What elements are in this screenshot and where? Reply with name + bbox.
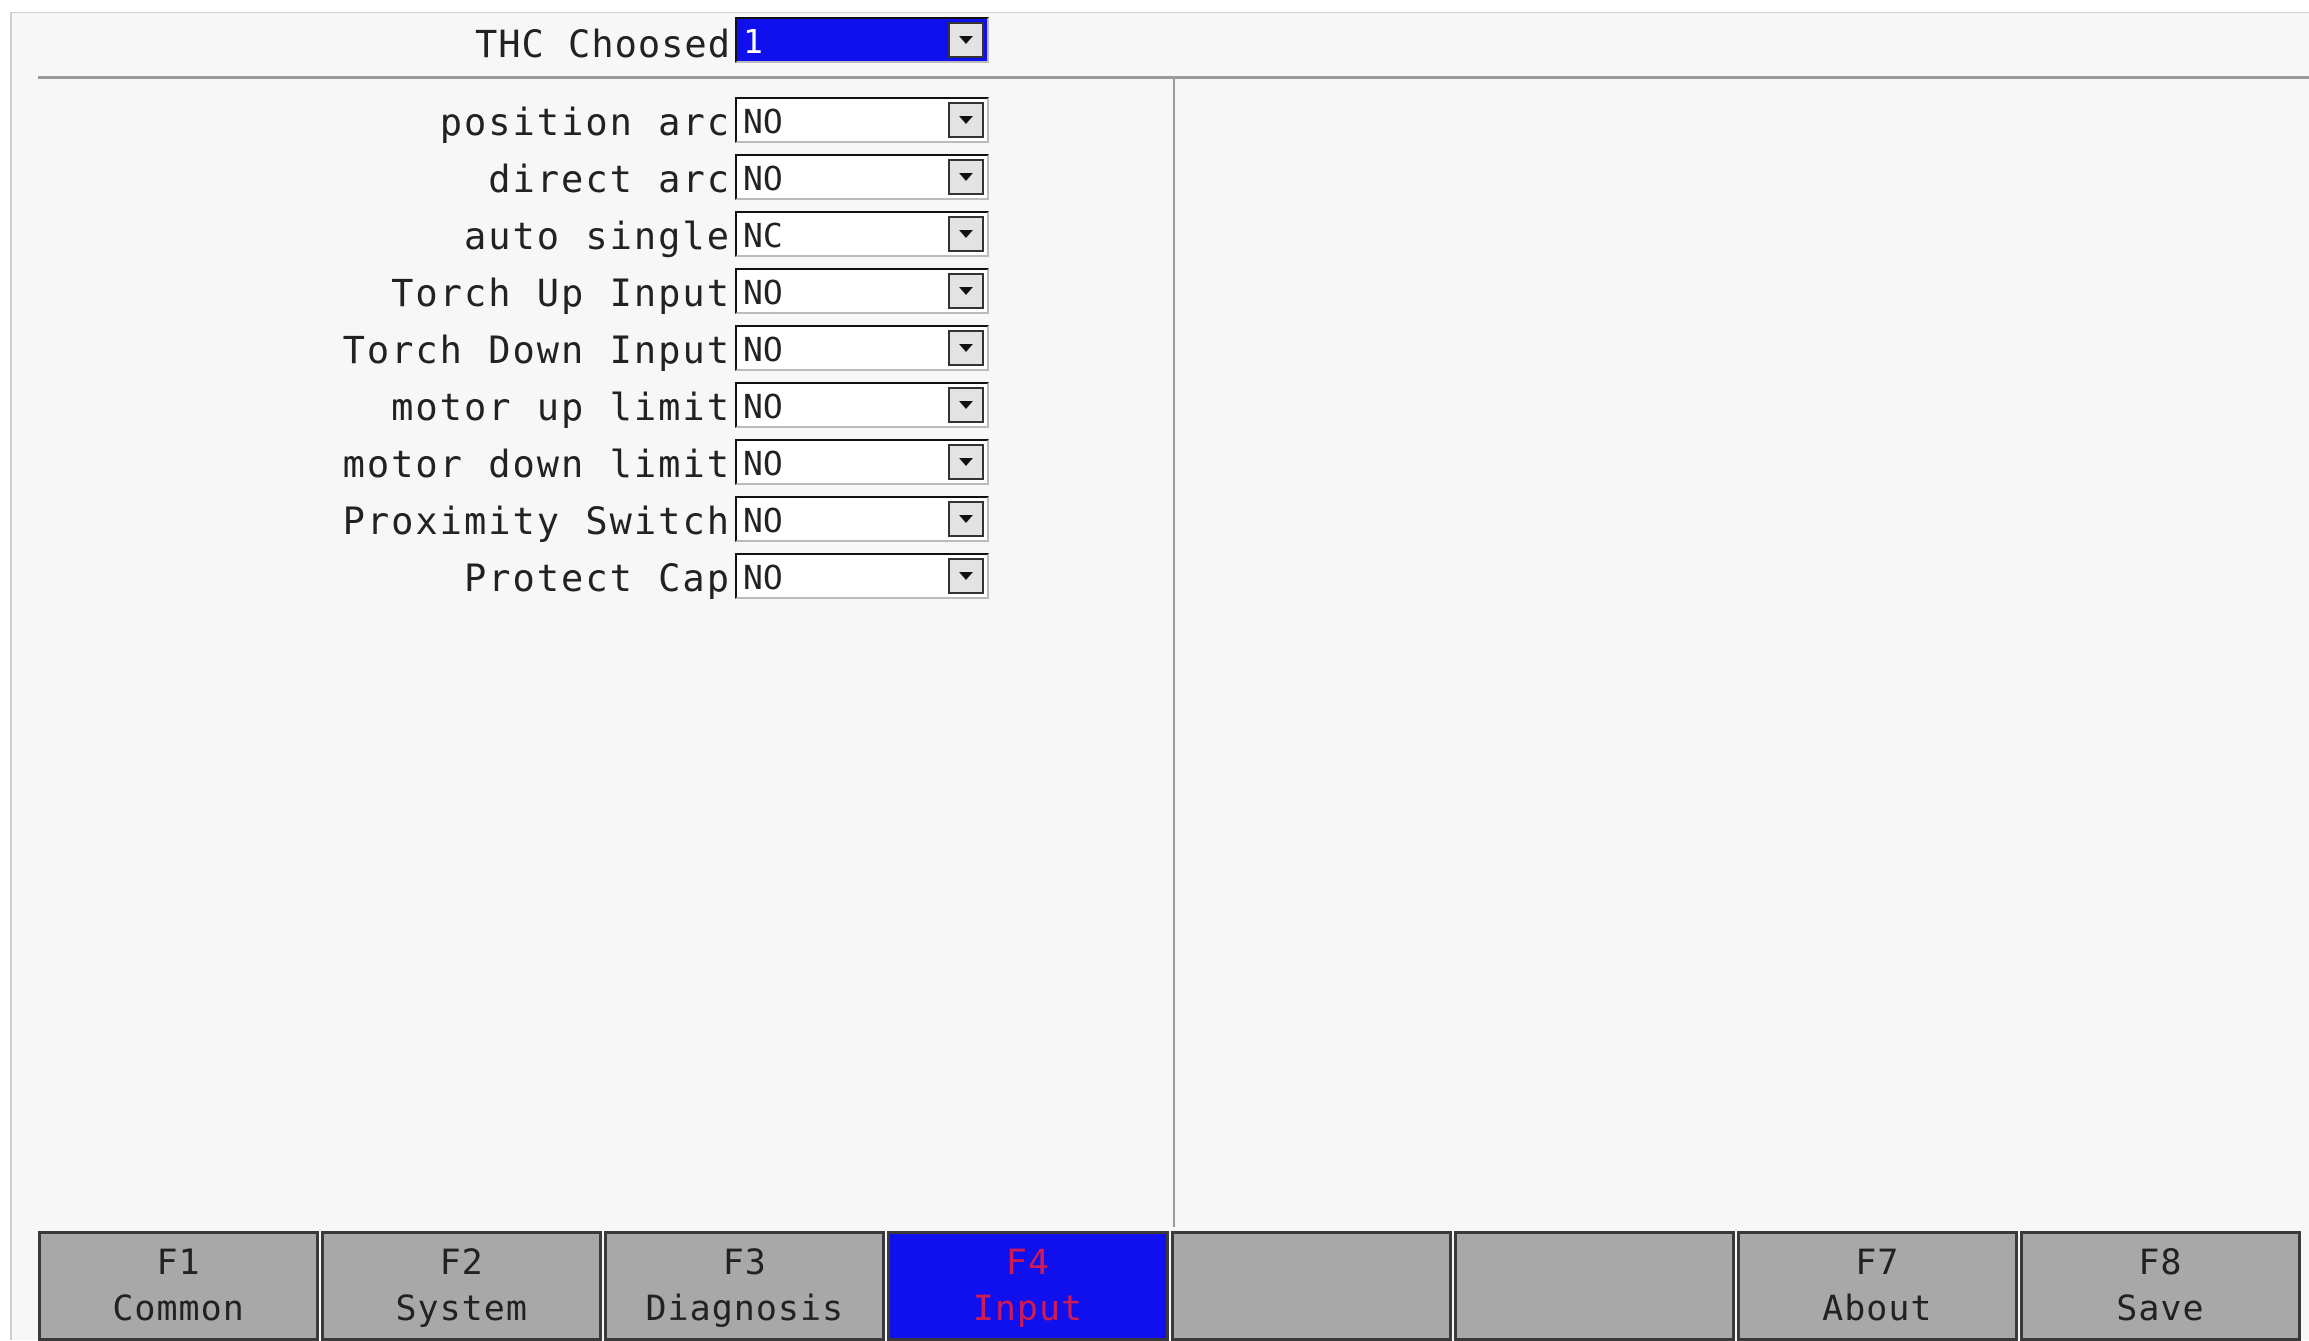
chevron-down-icon[interactable] bbox=[948, 558, 984, 594]
auto-single-label: auto single bbox=[463, 215, 731, 258]
fkey-number: F1 bbox=[156, 1243, 201, 1283]
fkey-number: F3 bbox=[722, 1243, 767, 1283]
f3-diagnosis-button[interactable]: F3 Diagnosis bbox=[604, 1231, 886, 1341]
f2-system-button[interactable]: F2 System bbox=[321, 1231, 603, 1341]
f4-input-button[interactable]: F4 Input bbox=[887, 1231, 1169, 1341]
direct-arc-label: direct arc bbox=[488, 158, 731, 201]
proximity-switch-value: NO bbox=[743, 501, 783, 540]
function-key-bar: F1 Common F2 System F3 Diagnosis F4 Inpu… bbox=[38, 1231, 2303, 1341]
torch-down-input-value: NO bbox=[743, 330, 783, 369]
position-arc-value: NO bbox=[743, 102, 783, 141]
position-arc-dropdown[interactable]: NO bbox=[735, 97, 989, 143]
f8-save-button[interactable]: F8 Save bbox=[2019, 1231, 2301, 1341]
position-arc-label: position arc bbox=[439, 101, 731, 144]
torch-up-input-value: NO bbox=[743, 273, 783, 312]
chevron-down-icon[interactable] bbox=[948, 102, 984, 138]
f5-blank-button[interactable] bbox=[1170, 1231, 1452, 1341]
chevron-down-icon[interactable] bbox=[948, 216, 984, 252]
motor-down-limit-dropdown[interactable]: NO bbox=[735, 439, 989, 485]
thc-choosed-value: 1 bbox=[743, 22, 763, 61]
thc-choosed-dropdown[interactable]: 1 bbox=[735, 17, 989, 63]
motor-up-limit-dropdown[interactable]: NO bbox=[735, 382, 989, 428]
f1-common-button[interactable]: F1 Common bbox=[38, 1231, 320, 1341]
torch-up-input-dropdown[interactable]: NO bbox=[735, 268, 989, 314]
motor-up-limit-label: motor up limit bbox=[391, 386, 731, 429]
fkey-label: Save bbox=[2116, 1289, 2205, 1329]
chevron-down-icon[interactable] bbox=[948, 501, 984, 537]
fkey-number: F8 bbox=[2138, 1243, 2183, 1283]
fkey-label: System bbox=[395, 1289, 528, 1329]
fkey-number: F2 bbox=[439, 1243, 484, 1283]
auto-single-value: NC bbox=[743, 216, 783, 255]
fkey-number: F7 bbox=[1855, 1243, 1900, 1283]
fkey-label: Common bbox=[112, 1289, 245, 1329]
fkey-label: About bbox=[1822, 1289, 1933, 1329]
thc-choosed-label: THC Choosed bbox=[474, 23, 731, 66]
motor-down-limit-label: motor down limit bbox=[342, 443, 731, 486]
chevron-down-icon[interactable] bbox=[948, 273, 984, 309]
f6-blank-button[interactable] bbox=[1453, 1231, 1735, 1341]
torch-up-input-label: Torch Up Input bbox=[391, 272, 731, 315]
chevron-down-icon[interactable] bbox=[948, 387, 984, 423]
chevron-down-icon[interactable] bbox=[948, 22, 984, 58]
fkey-label: Input bbox=[972, 1289, 1084, 1329]
fkey-number: F4 bbox=[1005, 1243, 1051, 1283]
f7-about-button[interactable]: F7 About bbox=[1736, 1231, 2018, 1341]
torch-down-input-label: Torch Down Input bbox=[342, 329, 731, 372]
motor-up-limit-value: NO bbox=[743, 387, 783, 426]
proximity-switch-label: Proximity Switch bbox=[342, 500, 731, 543]
panel-divider bbox=[1173, 79, 1175, 1227]
torch-down-input-dropdown[interactable]: NO bbox=[735, 325, 989, 371]
chevron-down-icon[interactable] bbox=[948, 330, 984, 366]
fkey-label: Diagnosis bbox=[645, 1289, 845, 1329]
direct-arc-dropdown[interactable]: NO bbox=[735, 154, 989, 200]
chevron-down-icon[interactable] bbox=[948, 159, 984, 195]
direct-arc-value: NO bbox=[743, 159, 783, 198]
proximity-switch-dropdown[interactable]: NO bbox=[735, 496, 989, 542]
thc-input-settings-screen: THC Choosed 1 position arc NO direct arc… bbox=[10, 12, 2309, 1341]
auto-single-dropdown[interactable]: NC bbox=[735, 211, 989, 257]
protect-cap-dropdown[interactable]: NO bbox=[735, 553, 989, 599]
motor-down-limit-value: NO bbox=[743, 444, 783, 483]
protect-cap-label: Protect Cap bbox=[463, 557, 731, 600]
protect-cap-value: NO bbox=[743, 558, 783, 597]
chevron-down-icon[interactable] bbox=[948, 444, 984, 480]
